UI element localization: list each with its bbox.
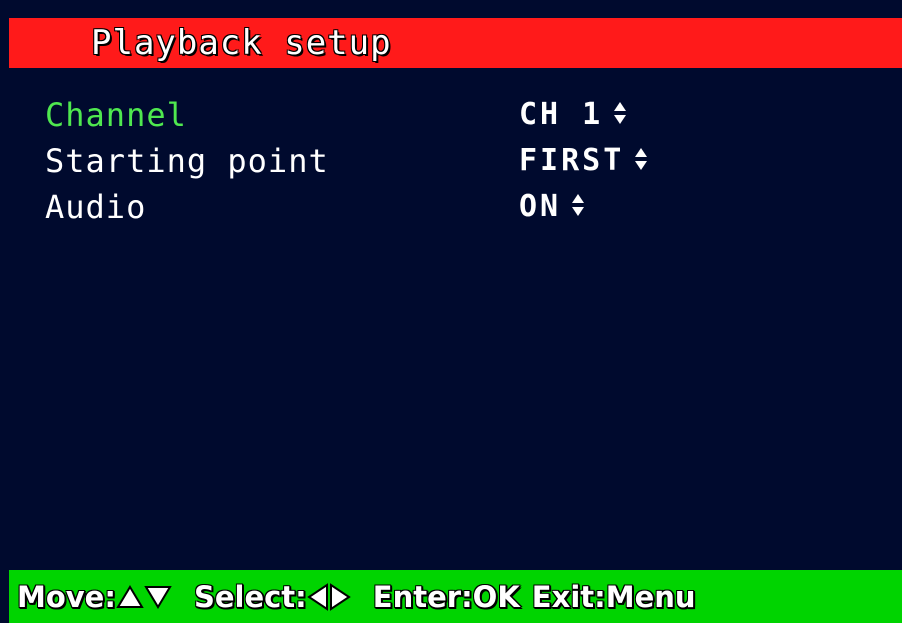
menu-item-value-text: ON xyxy=(519,189,562,224)
left-triangle-icon xyxy=(306,583,329,611)
menu-panel: Channel CH 1 Starting point FIRST Audio … xyxy=(9,68,902,570)
up-down-arrows-icon xyxy=(571,193,585,217)
page-title: Playback setup xyxy=(91,23,392,63)
menu-item-value[interactable]: FIRST xyxy=(519,138,648,184)
menu-item-starting-point[interactable]: Starting point FIRST xyxy=(9,138,902,184)
up-triangle-icon xyxy=(116,585,144,609)
up-down-arrows-icon xyxy=(634,147,648,171)
menu-item-value[interactable]: CH 1 xyxy=(519,92,627,138)
help-enter: Enter:OK xyxy=(372,580,520,614)
help-exit: Exit:Menu xyxy=(531,580,696,614)
menu-item-value-text: FIRST xyxy=(519,143,625,178)
menu-item-label: Channel xyxy=(45,96,187,134)
help-select-label: Select: xyxy=(193,580,307,614)
help-select: Select: xyxy=(194,580,351,614)
help-move-label: Move: xyxy=(17,580,116,614)
menu-item-audio[interactable]: Audio ON xyxy=(9,184,902,230)
help-move: Move: xyxy=(17,580,172,614)
menu-item-channel[interactable]: Channel CH 1 xyxy=(9,92,902,138)
down-triangle-icon xyxy=(144,585,172,609)
menu-item-label: Starting point xyxy=(45,142,329,180)
up-down-arrows-icon xyxy=(613,101,627,125)
help-bar: Move: Select: Enter:OK Exit:Menu xyxy=(9,570,902,623)
menu-item-label: Audio xyxy=(45,188,147,226)
menu-item-value[interactable]: ON xyxy=(519,184,585,230)
menu-item-value-text: CH 1 xyxy=(519,97,604,132)
help-text: Move: Select: Enter:OK Exit:Menu xyxy=(17,576,902,618)
title-bar: Playback setup xyxy=(9,18,902,68)
osd-screen: Playback setup Channel CH 1 Starting poi… xyxy=(0,0,902,623)
right-triangle-icon xyxy=(329,583,351,611)
